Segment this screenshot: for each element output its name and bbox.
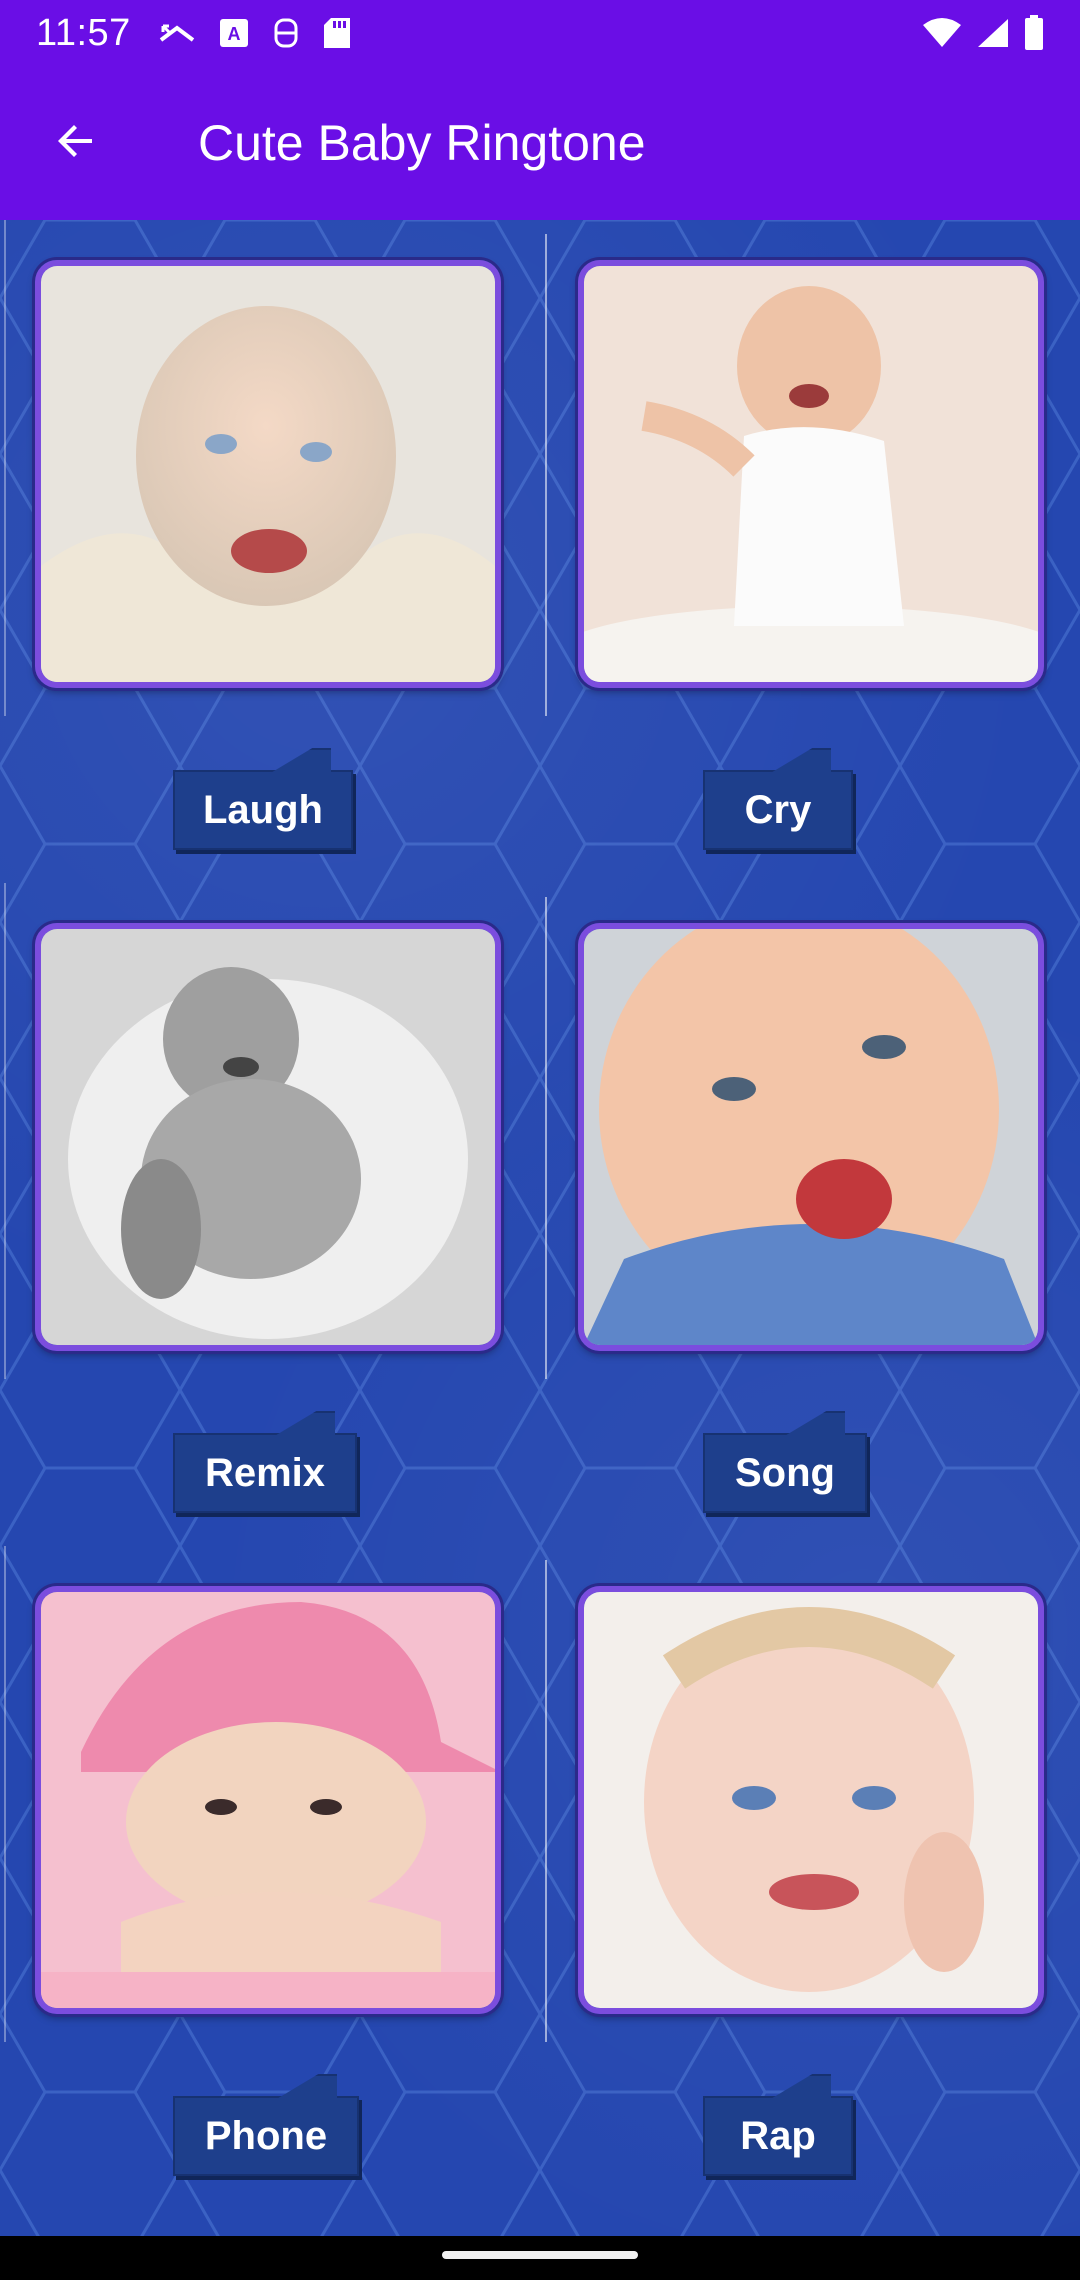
svg-text:A: A <box>227 24 240 44</box>
system-nav-bar <box>0 2236 1080 2280</box>
category-item-cry[interactable]: Cry <box>547 220 1080 883</box>
category-label: Cry <box>744 787 812 832</box>
missed-call-icon <box>157 18 197 48</box>
button-tab-decoration <box>769 748 831 774</box>
category-grid-container[interactable]: Laugh Cry Remix Song Phone Rap <box>0 220 1080 2236</box>
song-button[interactable]: Song <box>703 1411 867 1513</box>
phone-button[interactable]: Phone <box>173 2074 359 2176</box>
button-tab-decoration <box>269 748 331 774</box>
button-tab-decoration <box>769 2074 831 2100</box>
cry-button[interactable]: Cry <box>703 748 853 850</box>
baby-rap-image[interactable] <box>578 1586 1044 2014</box>
baby-cry-image[interactable] <box>578 260 1044 688</box>
category-label: Laugh <box>203 787 323 832</box>
accessibility-icon <box>271 16 301 50</box>
remix-button[interactable]: Remix <box>173 1411 357 1513</box>
category-label: Rap <box>740 2113 816 2158</box>
category-item-rap[interactable]: Rap <box>547 1546 1080 2209</box>
app-bar: Cute Baby Ringtone <box>0 66 1080 220</box>
category-item-remix[interactable]: Remix <box>4 883 547 1546</box>
category-item-laugh[interactable]: Laugh <box>4 220 547 883</box>
sd-card-icon <box>323 17 351 49</box>
text-a-icon: A <box>219 18 249 48</box>
back-button[interactable] <box>16 83 136 203</box>
category-label: Phone <box>204 2113 328 2158</box>
laugh-button[interactable]: Laugh <box>173 748 353 850</box>
category-item-phone[interactable]: Phone <box>4 1546 547 2209</box>
arrow-back-icon <box>52 117 100 170</box>
rap-button[interactable]: Rap <box>703 2074 853 2176</box>
category-item-song[interactable]: Song <box>547 883 1080 1546</box>
page-title: Cute Baby Ringtone <box>198 115 646 171</box>
baby-phone-image[interactable] <box>35 1586 501 2014</box>
category-label: Song <box>735 1450 835 1495</box>
baby-song-image[interactable] <box>578 923 1044 1351</box>
category-label: Remix <box>204 1450 326 1495</box>
status-bar: 11:57 A <box>0 0 1080 66</box>
battery-icon <box>1024 15 1044 51</box>
home-gesture-handle[interactable] <box>442 2251 638 2259</box>
status-time: 11:57 <box>36 11 131 54</box>
cell-signal-icon <box>976 17 1010 49</box>
button-tab-decoration <box>275 2074 337 2100</box>
button-tab-decoration <box>273 1411 335 1437</box>
button-tab-decoration <box>783 1411 845 1437</box>
category-grid: Laugh Cry Remix Song Phone Rap <box>4 220 1080 2236</box>
wifi-icon <box>922 17 962 49</box>
baby-laugh-image[interactable] <box>35 260 501 688</box>
baby-remix-image[interactable] <box>35 923 501 1351</box>
